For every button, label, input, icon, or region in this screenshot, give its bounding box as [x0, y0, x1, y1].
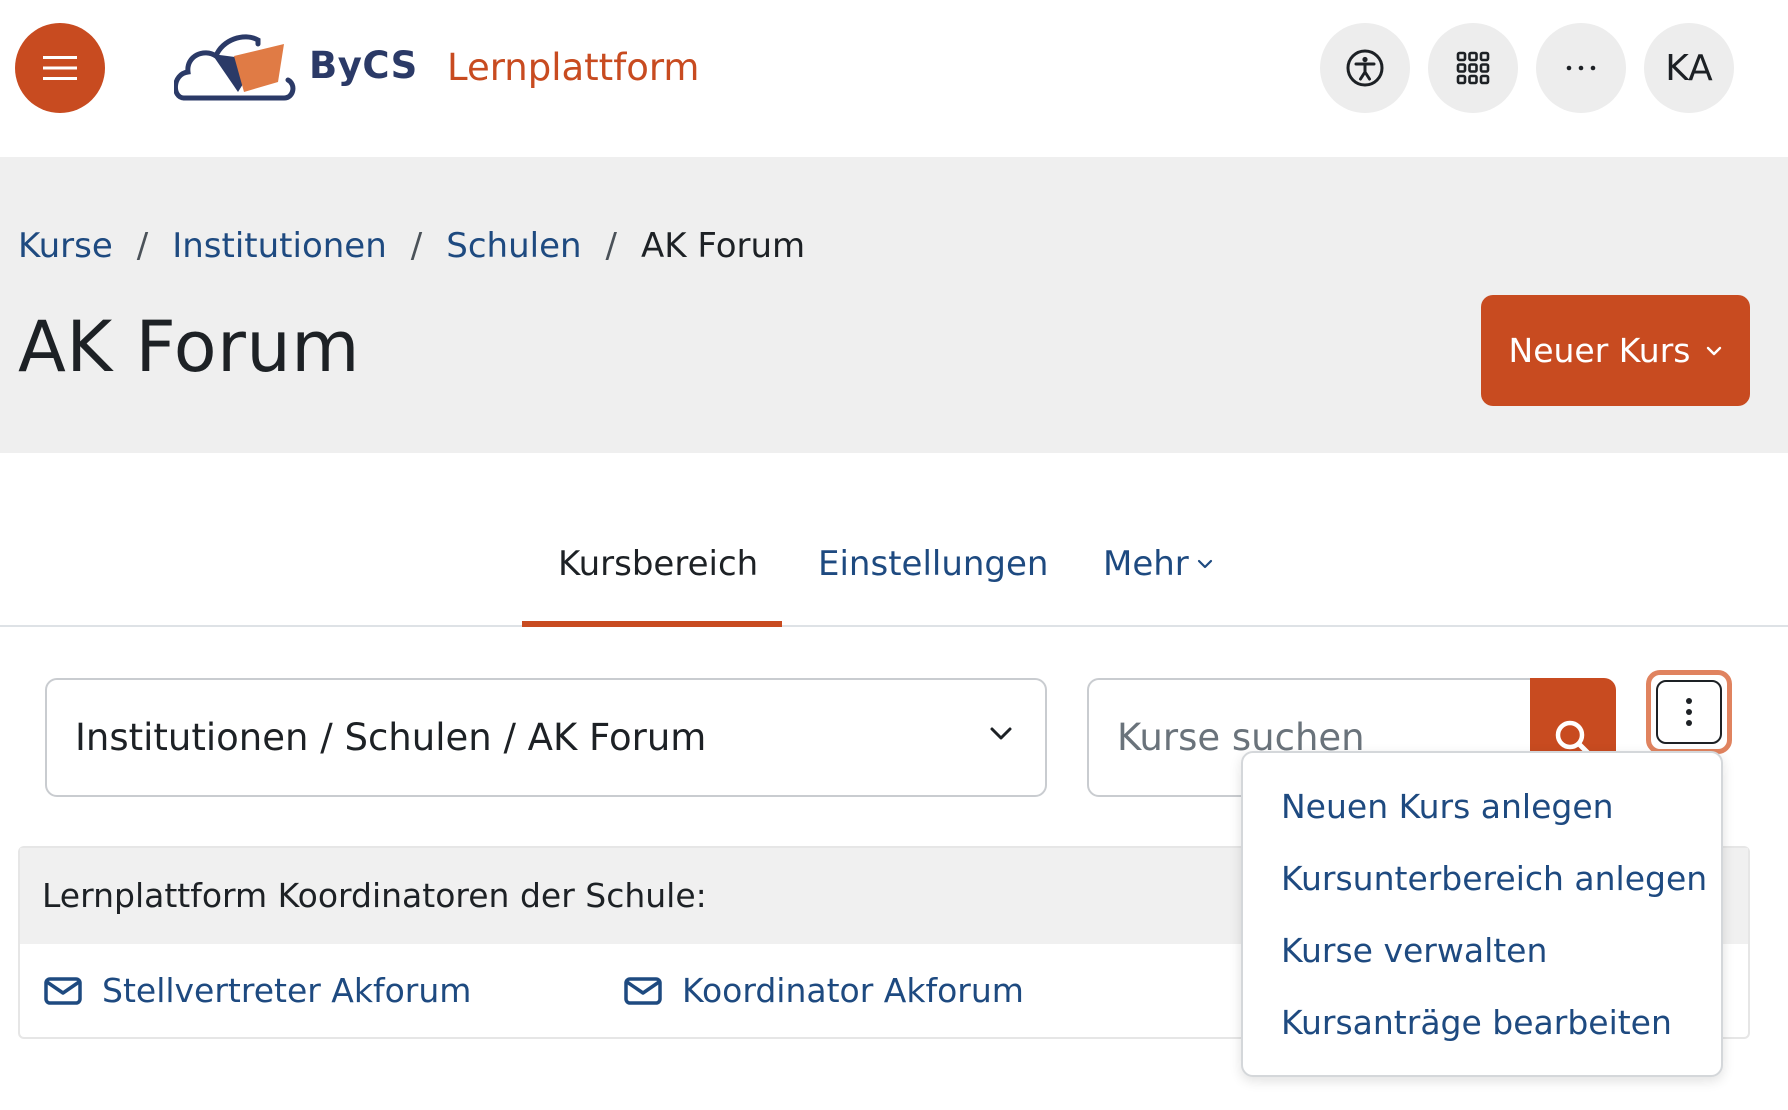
breadcrumb-kurse[interactable]: Kurse: [18, 226, 113, 266]
chevron-down-icon: [1707, 346, 1722, 355]
apps-button[interactable]: [1428, 23, 1518, 113]
category-select-value: Institutionen / Schulen / AK Forum: [75, 716, 707, 759]
envelope-icon: [44, 976, 82, 1005]
new-course-button[interactable]: Neuer Kurs: [1481, 295, 1750, 406]
menu-item-kursunterbereich-anlegen[interactable]: Kursunterbereich anlegen: [1281, 859, 1707, 898]
platform-name: Lernplattform: [447, 46, 700, 89]
contact-stellvertreter[interactable]: Stellvertreter Akforum: [44, 971, 471, 1010]
breadcrumb-current: AK Forum: [641, 226, 806, 266]
tab-mehr[interactable]: Mehr: [1103, 544, 1213, 584]
accessibility-icon: [1346, 49, 1384, 87]
apps-grid-icon: [1456, 51, 1490, 85]
envelope-icon: [624, 976, 662, 1005]
menu-item-kursantraege-bearbeiten[interactable]: Kursanträge bearbeiten: [1281, 1003, 1672, 1042]
more-button[interactable]: [1536, 23, 1626, 113]
breadcrumb-separator: /: [605, 226, 618, 266]
chevron-down-icon: [1197, 559, 1212, 569]
breadcrumb: Kurse / Institutionen / Schulen / AK For…: [18, 226, 805, 266]
secondary-navigation: Kursbereich Einstellungen Mehr: [0, 520, 1788, 627]
top-navbar: ByCS Lernplattform KA: [0, 0, 1788, 157]
kebab-button-inner: [1656, 680, 1722, 744]
contact-name: Koordinator Akforum: [682, 971, 1024, 1010]
accessibility-button[interactable]: [1320, 23, 1410, 113]
chevron-down-icon: [990, 727, 1012, 740]
main-menu-button[interactable]: [15, 23, 105, 113]
bycs-logo[interactable]: [174, 26, 298, 108]
active-tab-indicator: [522, 621, 782, 627]
contact-name: Stellvertreter Akforum: [102, 971, 472, 1010]
contact-koordinator[interactable]: Koordinator Akforum: [624, 971, 1024, 1010]
menu-item-kurse-verwalten[interactable]: Kurse verwalten: [1281, 931, 1547, 970]
hamburger-icon: [43, 56, 77, 80]
menu-item-neuen-kurs-anlegen[interactable]: Neuen Kurs anlegen: [1281, 787, 1614, 826]
breadcrumb-institutionen[interactable]: Institutionen: [172, 226, 387, 266]
breadcrumb-schulen[interactable]: Schulen: [446, 226, 581, 266]
more-horizontal-icon: [1566, 65, 1596, 71]
breadcrumb-separator: /: [410, 226, 423, 266]
tab-einstellungen[interactable]: Einstellungen: [818, 544, 1048, 584]
brand-name: ByCS: [309, 44, 418, 87]
course-actions-dropdown: Neuen Kurs anlegen Kursunterbereich anle…: [1241, 751, 1723, 1077]
course-actions-menu-button[interactable]: [1646, 670, 1732, 754]
user-avatar[interactable]: KA: [1644, 23, 1734, 113]
category-select[interactable]: Institutionen / Schulen / AK Forum: [45, 678, 1047, 797]
page-title: AK Forum: [18, 306, 360, 388]
more-vertical-icon: [1686, 698, 1692, 726]
coordinators-title: Lernplattform Koordinatoren der Schule:: [42, 876, 707, 915]
tab-kursbereich[interactable]: Kursbereich: [558, 544, 758, 584]
tab-mehr-label: Mehr: [1103, 544, 1189, 584]
breadcrumb-separator: /: [136, 226, 149, 266]
new-course-label: Neuer Kurs: [1508, 331, 1691, 370]
